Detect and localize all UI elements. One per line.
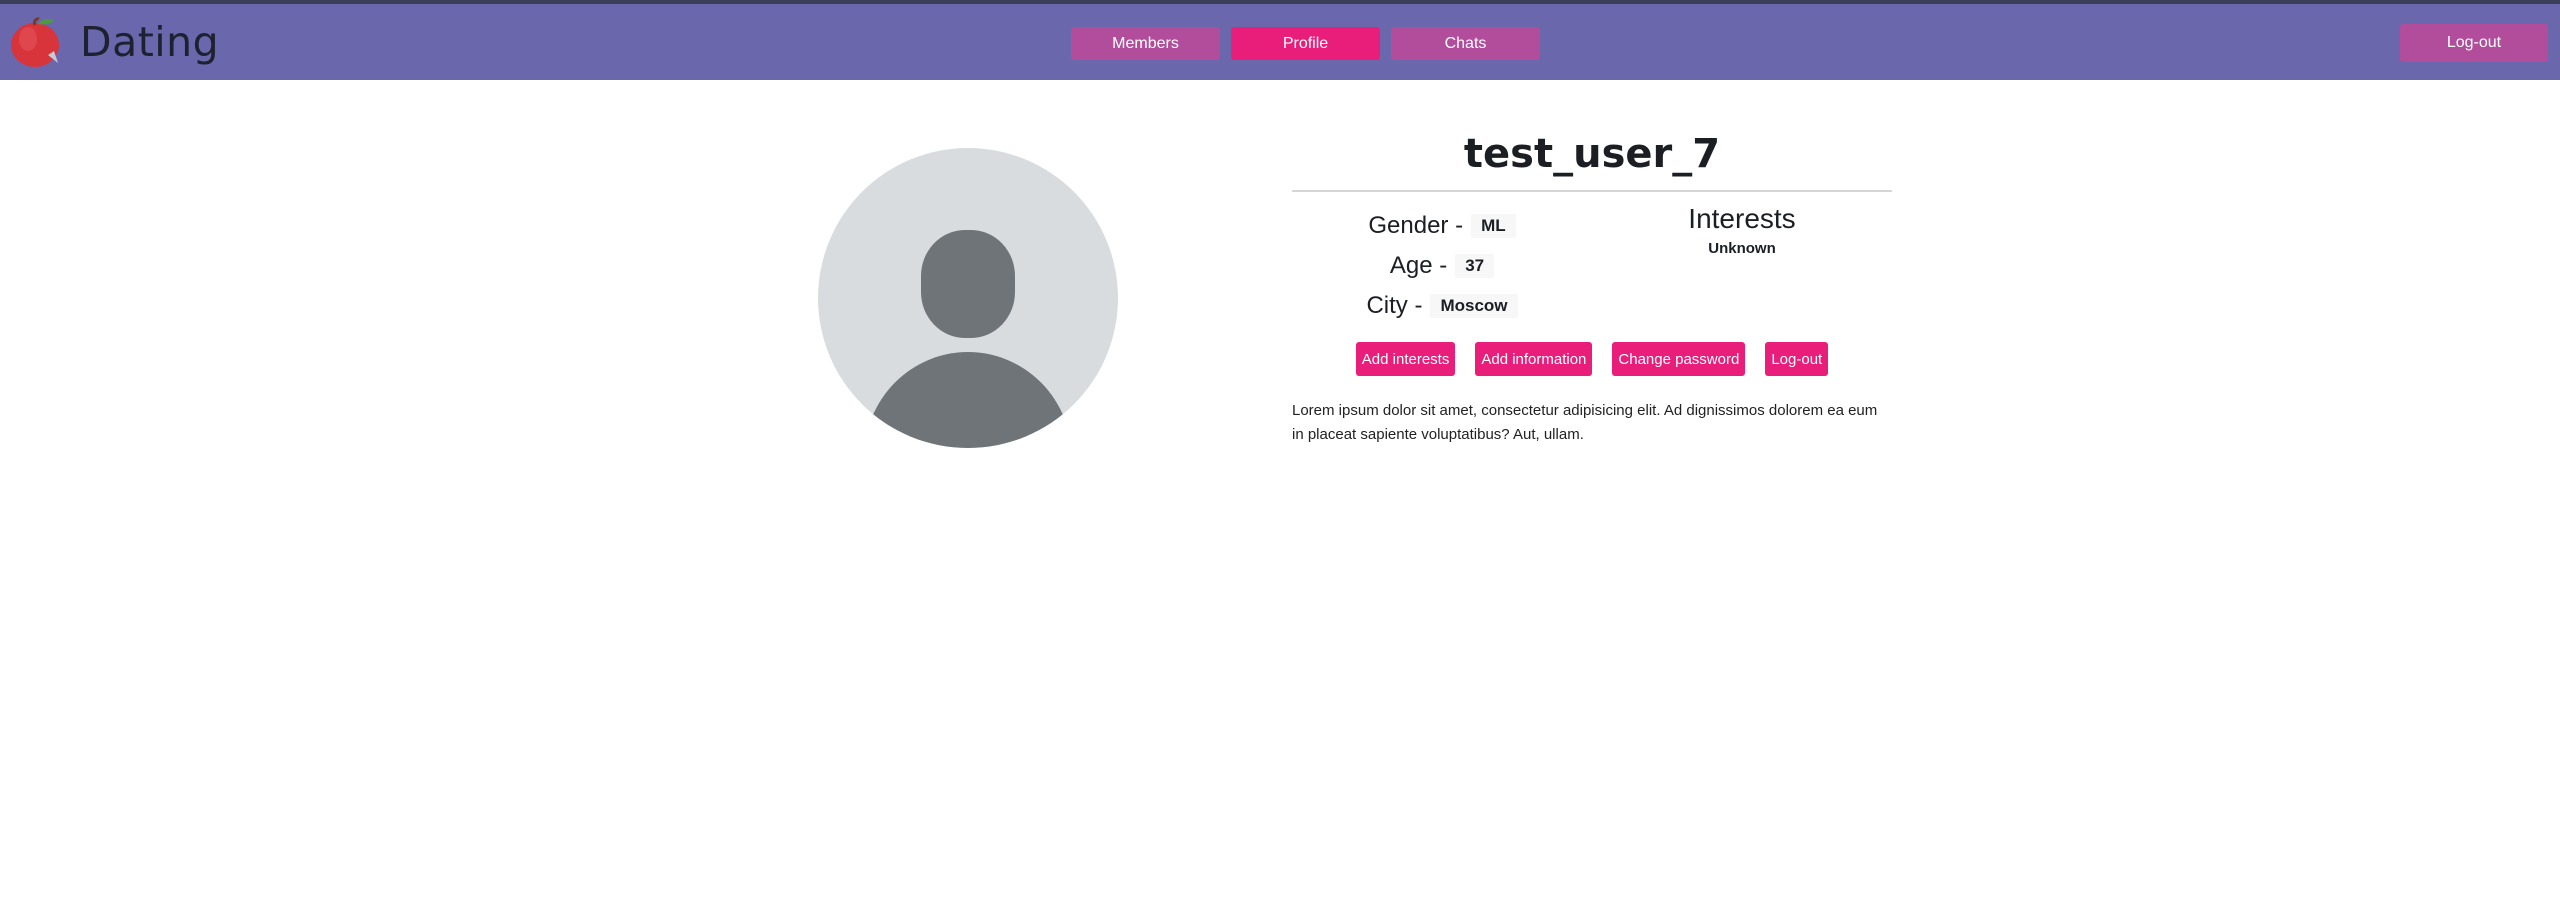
gender-value: ML [1471, 214, 1516, 238]
user-placeholder-icon [864, 230, 1072, 448]
nav-chats-button[interactable]: Chats [1391, 27, 1540, 60]
interests-section: Interests Unknown [1592, 192, 1892, 257]
brand-name: Dating [80, 18, 220, 66]
apple-logo-icon [8, 15, 62, 69]
city-value: Moscow [1430, 294, 1518, 318]
header-logout-button[interactable]: Log-out [2400, 24, 2548, 62]
avatar [818, 148, 1118, 448]
city-label: City - [1366, 292, 1423, 319]
add-interests-button[interactable]: Add interests [1355, 342, 1456, 376]
nav-members-button[interactable]: Members [1071, 27, 1220, 60]
add-information-button[interactable]: Add information [1475, 342, 1593, 376]
gender-row: Gender - ML [1292, 206, 1592, 246]
nav-profile-button[interactable]: Profile [1231, 27, 1380, 60]
age-row: Age - 37 [1292, 246, 1592, 286]
profile-logout-button[interactable]: Log-out [1765, 342, 1829, 376]
main-nav: Members Profile Chats [1071, 27, 1540, 60]
profile-bio: Lorem ipsum dolor sit amet, consectetur … [1292, 402, 1878, 443]
age-label: Age - [1389, 252, 1448, 279]
age-value: 37 [1455, 254, 1495, 278]
city-row: City - Moscow [1292, 286, 1592, 326]
profile-username: test_user_7 [1463, 131, 1721, 177]
gender-label: Gender - [1368, 212, 1464, 239]
interests-title: Interests [1688, 203, 1796, 234]
profile-actions: Add interests Add information Change pas… [1292, 342, 1892, 376]
interests-value: Unknown [1708, 240, 1776, 257]
brand[interactable]: Dating [8, 10, 219, 74]
profile-panel: test_user_7 Gender - ML Age - 37 City - … [1292, 120, 1892, 462]
personal-info: Gender - ML Age - 37 City - Moscow [1292, 192, 1592, 326]
change-password-button[interactable]: Change password [1612, 342, 1746, 376]
top-navbar: Dating Members Profile Chats Log-out [0, 4, 2560, 80]
profile-details: Gender - ML Age - 37 City - Moscow Inter… [1292, 192, 1892, 322]
